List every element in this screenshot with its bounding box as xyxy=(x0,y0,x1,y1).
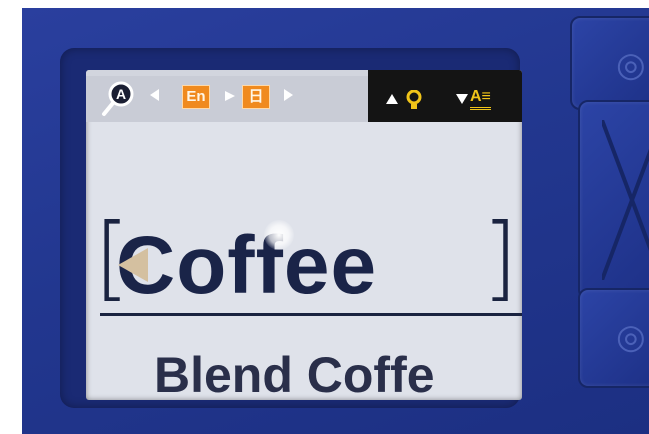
up-arrow-icon xyxy=(386,94,398,104)
source-lang-badge: En xyxy=(182,85,210,109)
hint-bulb-icon xyxy=(406,90,422,109)
lcd-screen: A En 日 A≡ [ Coffee ] Blend Coffe xyxy=(86,70,522,400)
navigation-pad[interactable] xyxy=(578,100,649,300)
circle-icon: ◎ xyxy=(616,46,646,84)
circle-icon: ◎ xyxy=(616,318,646,356)
entry-divider xyxy=(100,313,522,316)
lang-right-arrow-icon[interactable] xyxy=(284,89,293,101)
down-arrow-icon xyxy=(456,94,468,104)
font-size-icon: A≡ xyxy=(470,87,491,110)
top-key-button[interactable]: ◎ xyxy=(570,16,649,110)
bottom-key-button[interactable]: ◎ xyxy=(578,288,649,388)
lang-direction-icon xyxy=(225,91,235,101)
screen-glare xyxy=(264,220,294,250)
search-icon: A xyxy=(102,81,134,116)
svg-text:A: A xyxy=(116,86,126,102)
headword-text: Coffee xyxy=(116,220,378,311)
target-lang-badge: 日 xyxy=(242,85,270,109)
lang-left-arrow-icon[interactable] xyxy=(150,89,159,101)
nav-cross-icon xyxy=(602,120,649,280)
cursor-arrow-icon xyxy=(118,248,148,282)
candidate-list-item[interactable]: Blend Coffe xyxy=(154,346,435,400)
entry-bracket-right: ] xyxy=(482,204,518,311)
status-bar: A En 日 A≡ xyxy=(86,70,522,122)
